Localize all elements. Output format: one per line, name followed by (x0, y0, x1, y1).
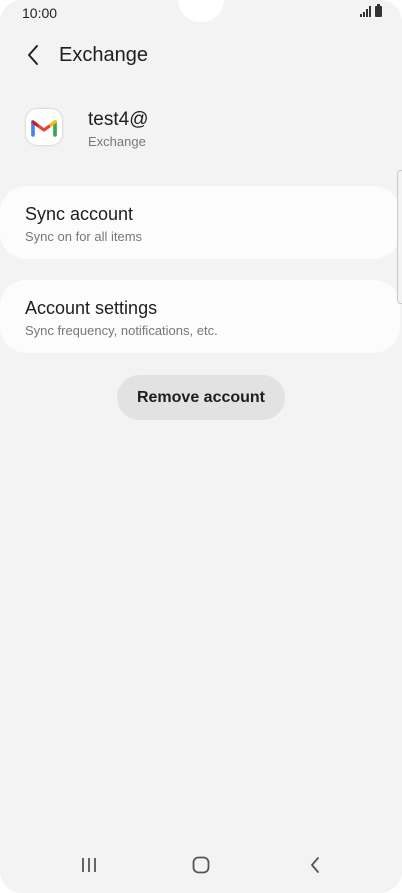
account-settings-item[interactable]: Account settings Sync frequency, notific… (0, 280, 400, 353)
header: Exchange (0, 38, 402, 72)
nav-back-button[interactable] (295, 848, 335, 882)
scroll-indicator (397, 170, 402, 304)
account-settings-subtitle: Sync frequency, notifications, etc. (25, 323, 218, 338)
sync-account-subtitle: Sync on for all items (25, 229, 143, 244)
status-time: 10:00 (22, 5, 58, 21)
signal-icon (360, 6, 371, 17)
account-type: Exchange (88, 134, 146, 149)
navigation-bar (0, 838, 402, 893)
home-button[interactable] (181, 848, 221, 882)
chevron-left-icon (28, 45, 38, 65)
account-name: test4@ (88, 109, 149, 130)
page-title: Exchange (59, 44, 148, 66)
recent-apps-icon (82, 858, 96, 872)
sync-account-title: Sync account (25, 204, 134, 224)
camera-notch (178, 0, 224, 22)
screen: 10:00 Exchange test4@ Exchange Sync acco… (0, 0, 402, 893)
back-icon (311, 857, 319, 873)
back-button[interactable] (18, 38, 48, 72)
account-settings-title: Account settings (25, 298, 158, 318)
status-bar: 10:00 (0, 0, 402, 28)
sync-account-item[interactable]: Sync account Sync on for all items (0, 186, 400, 259)
gmail-logo-icon (26, 109, 62, 145)
account-header: test4@ Exchange (26, 107, 376, 151)
battery-icon (375, 4, 382, 17)
status-icons (360, 4, 382, 17)
home-icon (192, 856, 210, 874)
remove-account-button[interactable]: Remove account (117, 375, 285, 420)
recent-apps-button[interactable] (69, 848, 109, 882)
